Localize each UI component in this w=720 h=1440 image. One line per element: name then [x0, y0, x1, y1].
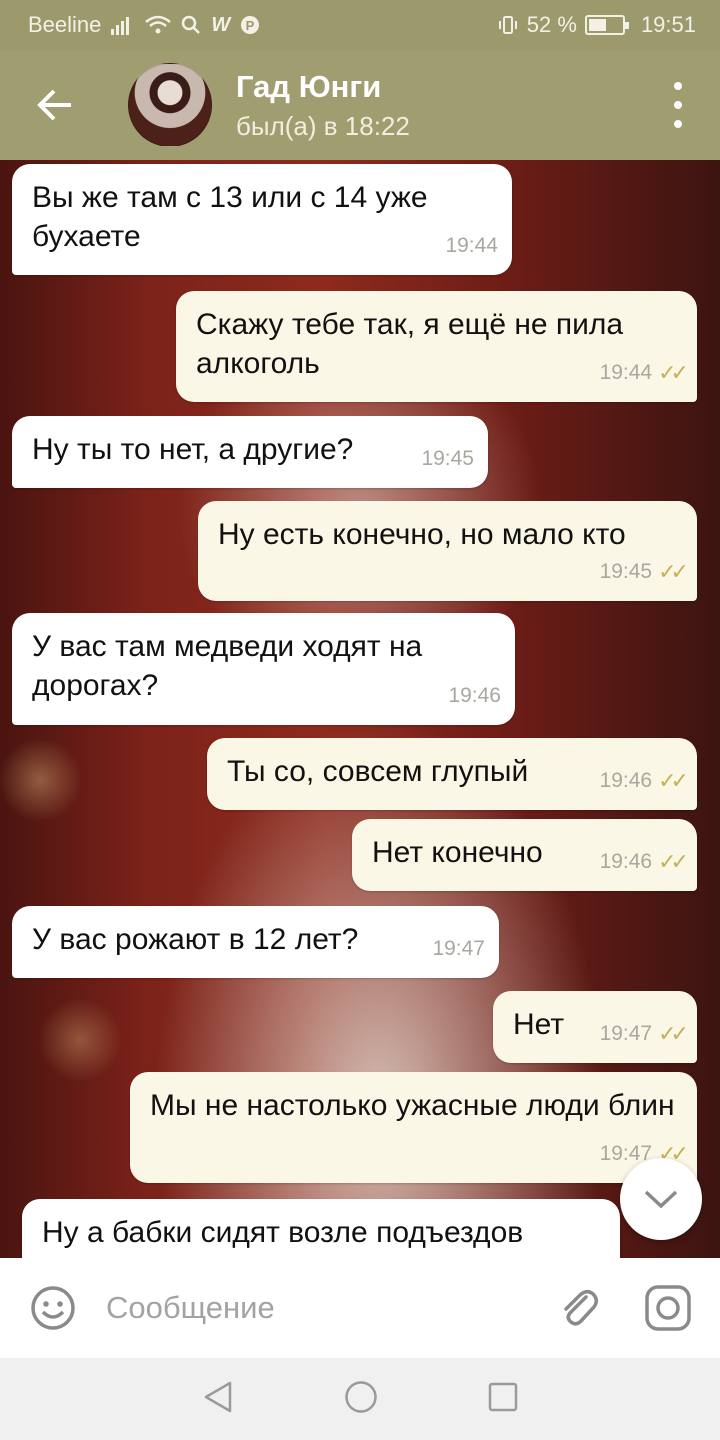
message-time: 19:44: [599, 361, 653, 384]
app-w-icon: W: [211, 14, 231, 36]
chat-header: Гад Юнги был(а) в 18:22: [0, 50, 720, 160]
message-time: 19:46: [599, 769, 653, 792]
nav-back-button[interactable]: [202, 1380, 234, 1419]
message-outgoing[interactable]: Ну есть конечно, но мало кто 19:45 ✓✓: [198, 501, 697, 601]
triangle-back-icon: [204, 1381, 232, 1412]
message-meta: 19:46 ✓✓: [599, 761, 689, 800]
camera-icon: [645, 1285, 691, 1331]
emoji-icon: [31, 1286, 75, 1330]
square-recents-icon: [488, 1382, 518, 1411]
read-ticks-icon: ✓✓: [658, 1021, 689, 1046]
status-bar: Beeline W P 52 % 19:51: [0, 0, 720, 50]
battery-icon: [584, 15, 629, 35]
message-text: Ну есть конечно, но мало кто: [218, 518, 626, 551]
read-ticks-icon: ✓✓: [658, 360, 689, 385]
message-meta: 19:46: [448, 676, 501, 715]
wifi-icon: [145, 15, 172, 34]
message-time: 19:47: [432, 937, 485, 960]
message-meta: 19:44 ✓✓: [599, 353, 689, 392]
nav-recents-button[interactable]: [488, 1382, 518, 1417]
avatar[interactable]: [128, 63, 212, 147]
dot-icon: [674, 82, 682, 90]
dot-icon: [674, 101, 682, 109]
battery-percent: 52 %: [526, 12, 577, 37]
arrow-back-icon: [37, 89, 71, 121]
message-time: 19:46: [448, 684, 501, 707]
message-meta: 19:45: [421, 439, 474, 478]
message-outgoing[interactable]: Ты со, совсем глупый 19:46 ✓✓: [207, 738, 697, 810]
message-input[interactable]: Сообщение: [106, 1290, 556, 1326]
more-menu-button[interactable]: [666, 82, 690, 128]
contact-name: Гад Юнги: [236, 68, 382, 104]
paperclip-icon: [564, 1290, 598, 1326]
last-seen: был(а) в 18:22: [236, 110, 410, 141]
message-incoming[interactable]: У вас рожают в 12 лет? 19:47: [12, 906, 499, 978]
message-text: Ну ты то нет, а другие?: [32, 433, 354, 466]
nav-home-button[interactable]: [344, 1380, 378, 1419]
search-icon: [182, 15, 201, 34]
message-outgoing[interactable]: Нет конечно 19:46 ✓✓: [352, 819, 697, 891]
read-ticks-icon: ✓✓: [658, 849, 689, 874]
back-button[interactable]: [0, 50, 110, 160]
message-composer: Сообщение: [0, 1258, 720, 1358]
chevron-down-icon: [644, 1190, 678, 1209]
read-ticks-icon: ✓✓: [658, 768, 689, 793]
message-text: У вас там медведи ходят на дорогах?: [32, 630, 423, 702]
vibrate-icon: [498, 16, 517, 34]
carrier-label: Beeline: [28, 12, 102, 37]
message-incoming[interactable]: Ну а бабки сидят возле подъездов: [22, 1199, 620, 1258]
message-time: 19:47: [599, 1022, 653, 1045]
read-ticks-icon: ✓✓: [658, 559, 689, 584]
contact-info[interactable]: Гад Юнги был(а) в 18:22: [236, 69, 410, 142]
svg-text:P: P: [246, 18, 255, 33]
message-outgoing[interactable]: Мы не настолько ужасные люди блин 19:47 ✓…: [130, 1072, 697, 1183]
message-time: 19:46: [599, 850, 653, 873]
message-outgoing[interactable]: Скажу тебе так, я ещё не пила алкоголь 1…: [176, 291, 697, 402]
pinterest-icon: P: [241, 16, 260, 34]
message-text: Вы же там с 13 или с 14 уже бухаете: [32, 181, 428, 253]
message-outgoing[interactable]: Нет 19:47 ✓✓: [493, 991, 697, 1063]
emoji-button[interactable]: [30, 1285, 76, 1331]
message-meta: 19:44: [445, 226, 498, 265]
message-time: 19:45: [599, 560, 653, 583]
dot-icon: [674, 120, 682, 128]
message-incoming[interactable]: Ну ты то нет, а другие? 19:45: [12, 416, 488, 488]
message-meta: 19:47: [432, 929, 485, 968]
clock: 19:51: [640, 12, 696, 37]
signal-icon: [111, 17, 130, 35]
message-time: 19:45: [421, 447, 474, 470]
message-list[interactable]: Вы же там с 13 или с 14 уже бухаете 19:4…: [0, 160, 720, 1258]
circle-home-icon: [345, 1380, 377, 1413]
attach-button[interactable]: [556, 1285, 602, 1331]
message-text: Мы не настолько ужасные люди блин: [150, 1089, 675, 1122]
message-meta: 19:45 ✓✓: [599, 552, 689, 591]
system-nav-bar: [0, 1358, 720, 1440]
camera-button[interactable]: [644, 1284, 692, 1332]
message-meta: 19:46 ✓✓: [599, 842, 689, 881]
message-incoming[interactable]: Вы же там с 13 или с 14 уже бухаете 19:4…: [12, 164, 512, 275]
message-text: Ну а бабки сидят возле подъездов: [42, 1216, 524, 1249]
message-text: У вас рожают в 12 лет?: [32, 923, 359, 956]
message-meta: 19:47 ✓✓: [599, 1014, 689, 1053]
message-time: 19:44: [445, 234, 498, 257]
scroll-down-button[interactable]: [620, 1158, 702, 1240]
message-incoming[interactable]: У вас там медведи ходят на дорогах? 19:4…: [12, 613, 515, 725]
